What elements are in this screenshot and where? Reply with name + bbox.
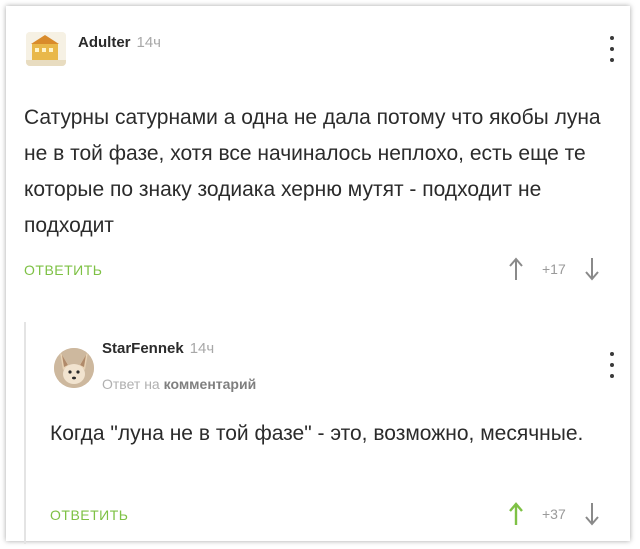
author-name[interactable]: Adulter (78, 34, 131, 51)
arrow-up-icon[interactable] (508, 256, 524, 282)
avatar-starfennek[interactable] (54, 348, 94, 388)
vote-controls: +37 (508, 501, 600, 527)
reply-button[interactable]: ОТВЕТИТЬ (24, 262, 102, 278)
comment-time: 14ч (189, 340, 215, 357)
arrow-down-icon[interactable] (584, 501, 600, 527)
comment-header: Adulter 14ч (78, 34, 161, 51)
reply-prefix: Ответ на (102, 376, 160, 392)
vote-controls: +17 (508, 256, 600, 282)
avatar-adulter[interactable] (26, 32, 66, 66)
comments-panel: Adulter 14ч Сатурны сатурнами а одна не … (6, 6, 630, 544)
comment-time: 14ч (136, 34, 162, 51)
comment-text: Когда "луна не в той фазе" - это, возмож… (50, 422, 584, 445)
author-name[interactable]: StarFennek (102, 340, 184, 357)
comment-text: Сатурны сатурнами а одна не дала потому … (24, 106, 601, 237)
menu-dots-icon[interactable] (607, 36, 617, 62)
reply-target-link[interactable]: комментарий (164, 376, 257, 392)
thread-line[interactable] (24, 322, 26, 544)
arrow-down-icon[interactable] (584, 256, 600, 282)
reply-to-line: Ответ на комментарий (102, 376, 256, 392)
vote-score: +37 (542, 506, 566, 522)
menu-dots-icon[interactable] (607, 352, 617, 378)
vote-score: +17 (542, 261, 566, 277)
reply-button[interactable]: ОТВЕТИТЬ (50, 507, 128, 523)
arrow-up-icon[interactable] (508, 501, 524, 527)
comment-header: StarFennek 14ч (102, 340, 214, 357)
